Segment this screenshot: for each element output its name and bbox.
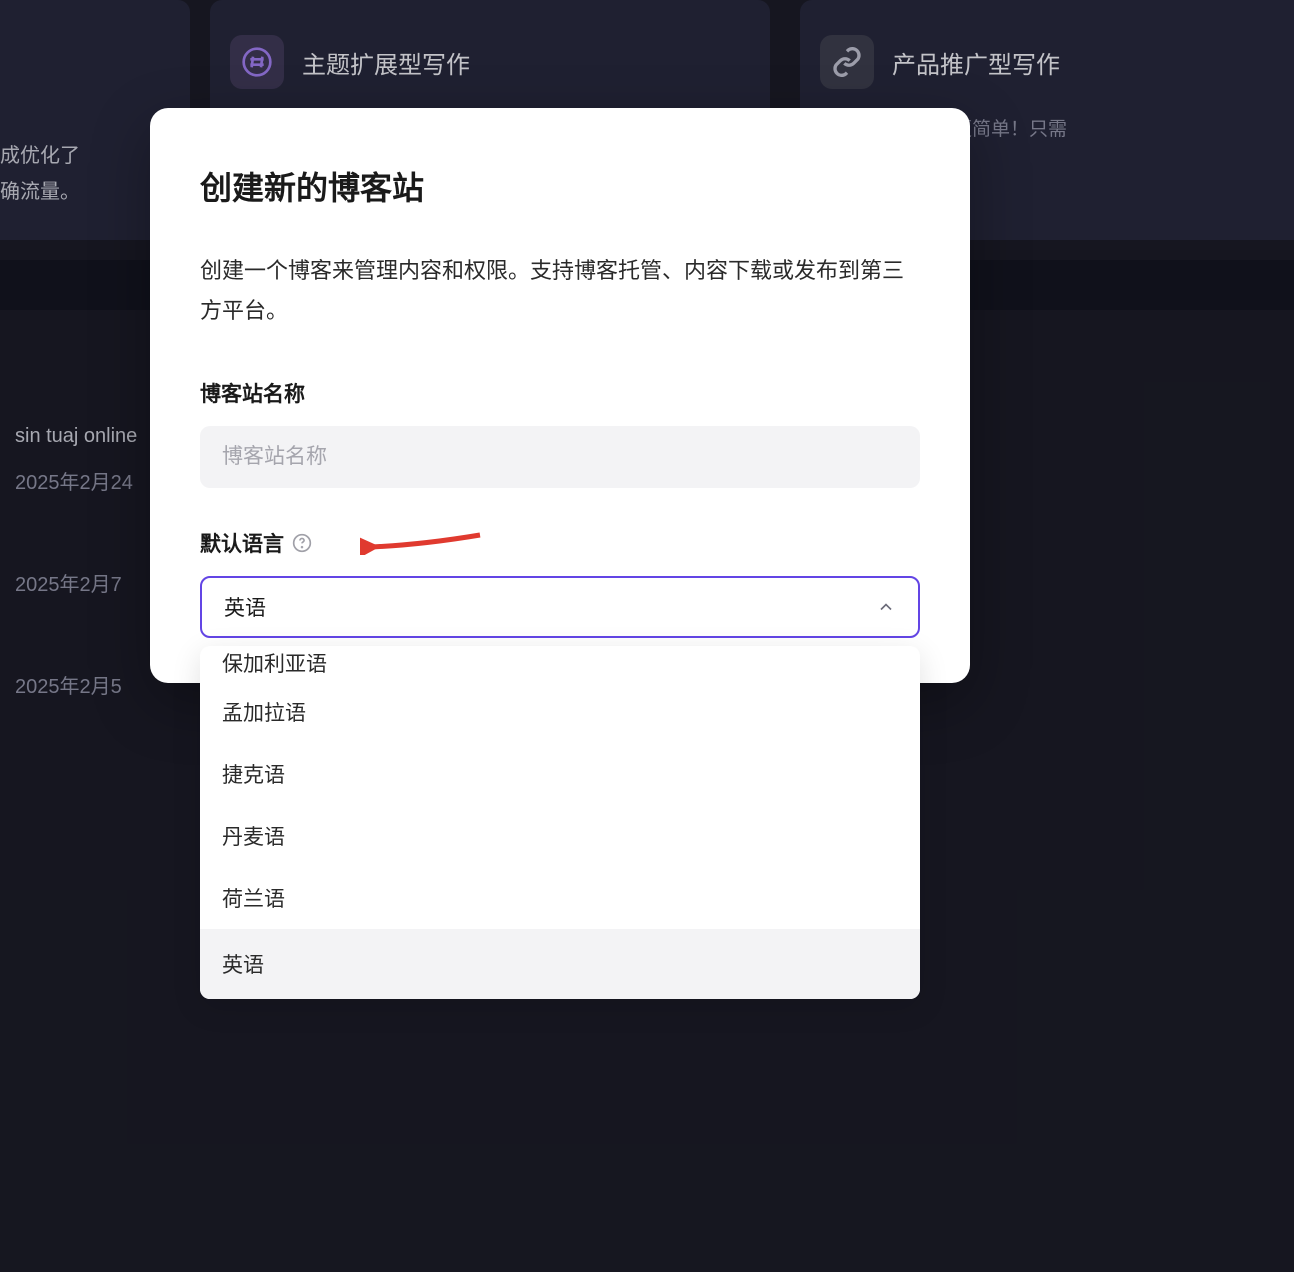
modal-title: 创建新的博客站: [200, 163, 920, 209]
language-select-wrapper: 英语 保加利亚语 孟加拉语 捷克语 丹麦语 荷兰语 英语: [200, 576, 920, 638]
language-option[interactable]: 荷兰语: [200, 867, 920, 929]
language-dropdown: 保加利亚语 孟加拉语 捷克语 丹麦语 荷兰语 英语: [200, 646, 920, 999]
language-option[interactable]: 孟加拉语: [200, 681, 920, 743]
language-selected-value: 英语: [224, 592, 266, 622]
modal-description: 创建一个博客来管理内容和权限。支持博客托管、内容下载或发布到第三方平台。: [200, 251, 920, 330]
blog-name-label: 博客站名称: [200, 378, 920, 408]
language-option[interactable]: 保加利亚语: [200, 646, 920, 681]
language-select[interactable]: 英语: [200, 576, 920, 638]
language-option-selected[interactable]: 英语: [200, 929, 920, 999]
help-icon[interactable]: [292, 533, 312, 553]
language-option[interactable]: 丹麦语: [200, 805, 920, 867]
language-option[interactable]: 捷克语: [200, 743, 920, 805]
default-language-label: 默认语言: [200, 528, 920, 558]
chevron-up-icon: [876, 597, 896, 617]
create-blog-modal: 创建新的博客站 创建一个博客来管理内容和权限。支持博客托管、内容下载或发布到第三…: [150, 108, 970, 683]
blog-name-input[interactable]: [200, 426, 920, 488]
